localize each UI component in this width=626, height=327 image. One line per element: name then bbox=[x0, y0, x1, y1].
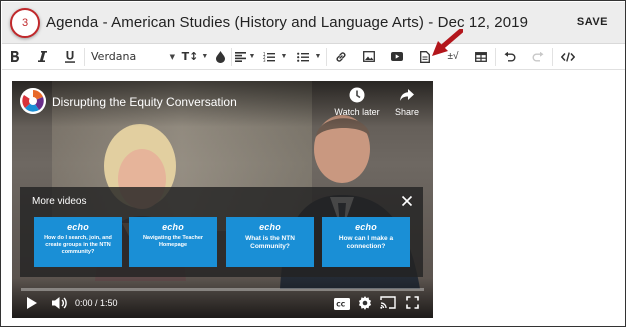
italic-icon[interactable] bbox=[28, 45, 56, 69]
bulleted-list-icon[interactable]: ▼ bbox=[292, 45, 326, 69]
related-video-card[interactable]: echo What is the NTN Community? bbox=[226, 217, 314, 267]
undo-icon[interactable] bbox=[496, 45, 524, 69]
fullscreen-icon[interactable] bbox=[406, 296, 419, 314]
svg-text:3: 3 bbox=[263, 58, 266, 62]
formula-icon[interactable]: ±√ bbox=[439, 45, 467, 69]
echo-logo: echo bbox=[67, 222, 89, 232]
echo-logo: echo bbox=[162, 222, 184, 232]
youtube-icon[interactable] bbox=[383, 45, 411, 69]
related-video-card[interactable]: echo How do I search, join, and create g… bbox=[34, 217, 122, 267]
captions-icon[interactable]: CC bbox=[334, 297, 350, 315]
close-icon[interactable] bbox=[399, 193, 415, 209]
title-bar: 3 Agenda - American Studies (History and… bbox=[2, 2, 625, 44]
chevron-down-icon: ▼ bbox=[248, 53, 256, 60]
settings-icon[interactable] bbox=[358, 296, 372, 315]
watch-later-label: Watch later bbox=[334, 107, 380, 117]
step-badge: 3 bbox=[10, 8, 40, 38]
editor-toolbar: Verdana ▼ T↕ ▼ ▼ 1 2 3 ▼ ▼ ±√ bbox=[2, 44, 625, 70]
volume-icon[interactable] bbox=[52, 296, 68, 315]
watch-later-button[interactable]: Watch later bbox=[334, 87, 380, 117]
save-button[interactable]: SAVE bbox=[577, 16, 608, 28]
share-label: Share bbox=[394, 107, 420, 117]
document-icon[interactable] bbox=[411, 45, 439, 69]
code-icon[interactable] bbox=[553, 45, 583, 69]
align-icon[interactable]: ▼ bbox=[232, 45, 258, 69]
font-select-value: Verdana bbox=[91, 50, 137, 63]
card-title: Navigating the Teacher Homepage bbox=[142, 235, 204, 248]
link-icon[interactable] bbox=[327, 45, 355, 69]
editor-frame: 3 Agenda - American Studies (History and… bbox=[0, 0, 626, 327]
table-icon[interactable] bbox=[467, 45, 495, 69]
more-videos-panel: More videos echo How do I search, join, … bbox=[20, 187, 423, 277]
video-header: Disrupting the Equity Conversation Watch… bbox=[12, 81, 433, 127]
time-display: 0:00 / 1:50 bbox=[75, 298, 118, 308]
card-title: What is the NTN Community? bbox=[245, 235, 295, 250]
text-size-icon[interactable]: T↕ ▼ bbox=[181, 45, 209, 69]
svg-text:CC: CC bbox=[336, 302, 345, 309]
chevron-down-icon: ▼ bbox=[280, 53, 288, 60]
video-controls: 0:00 / 1:50 CC bbox=[12, 278, 433, 318]
card-title: How can I make a connection? bbox=[338, 235, 394, 250]
chevron-down-icon: ▼ bbox=[169, 52, 175, 61]
more-videos-title: More videos bbox=[32, 196, 87, 207]
bold-icon[interactable] bbox=[2, 45, 28, 69]
font-select[interactable]: Verdana ▼ bbox=[85, 45, 181, 69]
image-icon[interactable] bbox=[355, 45, 383, 69]
color-drop-icon[interactable] bbox=[209, 45, 231, 69]
video-player[interactable]: Disrupting the Equity Conversation Watch… bbox=[12, 81, 433, 318]
underline-icon[interactable] bbox=[56, 45, 84, 69]
echo-logo: echo bbox=[355, 222, 377, 232]
related-video-card[interactable]: echo How can I make a connection? bbox=[322, 217, 410, 267]
chevron-down-icon: ▼ bbox=[201, 53, 209, 60]
video-title[interactable]: Disrupting the Equity Conversation bbox=[52, 95, 237, 109]
related-video-card[interactable]: echo Navigating the Teacher Homepage bbox=[129, 217, 217, 267]
card-title: How do I search, join, and create groups… bbox=[44, 235, 112, 255]
share-button[interactable]: Share bbox=[384, 87, 430, 117]
echo-logo: echo bbox=[259, 222, 281, 232]
page-title: Agenda - American Studies (History and L… bbox=[46, 14, 529, 31]
redo-icon[interactable] bbox=[524, 45, 552, 69]
play-icon[interactable] bbox=[26, 296, 38, 315]
numbered-list-icon[interactable]: 1 2 3 ▼ bbox=[258, 45, 292, 69]
clock-icon bbox=[349, 87, 365, 103]
share-icon bbox=[400, 89, 414, 101]
text-size-label: T↕ bbox=[181, 50, 199, 63]
chevron-down-icon: ▼ bbox=[314, 53, 322, 60]
cast-icon[interactable] bbox=[380, 296, 396, 314]
channel-logo[interactable] bbox=[20, 88, 46, 114]
progress-bar[interactable] bbox=[21, 288, 424, 291]
